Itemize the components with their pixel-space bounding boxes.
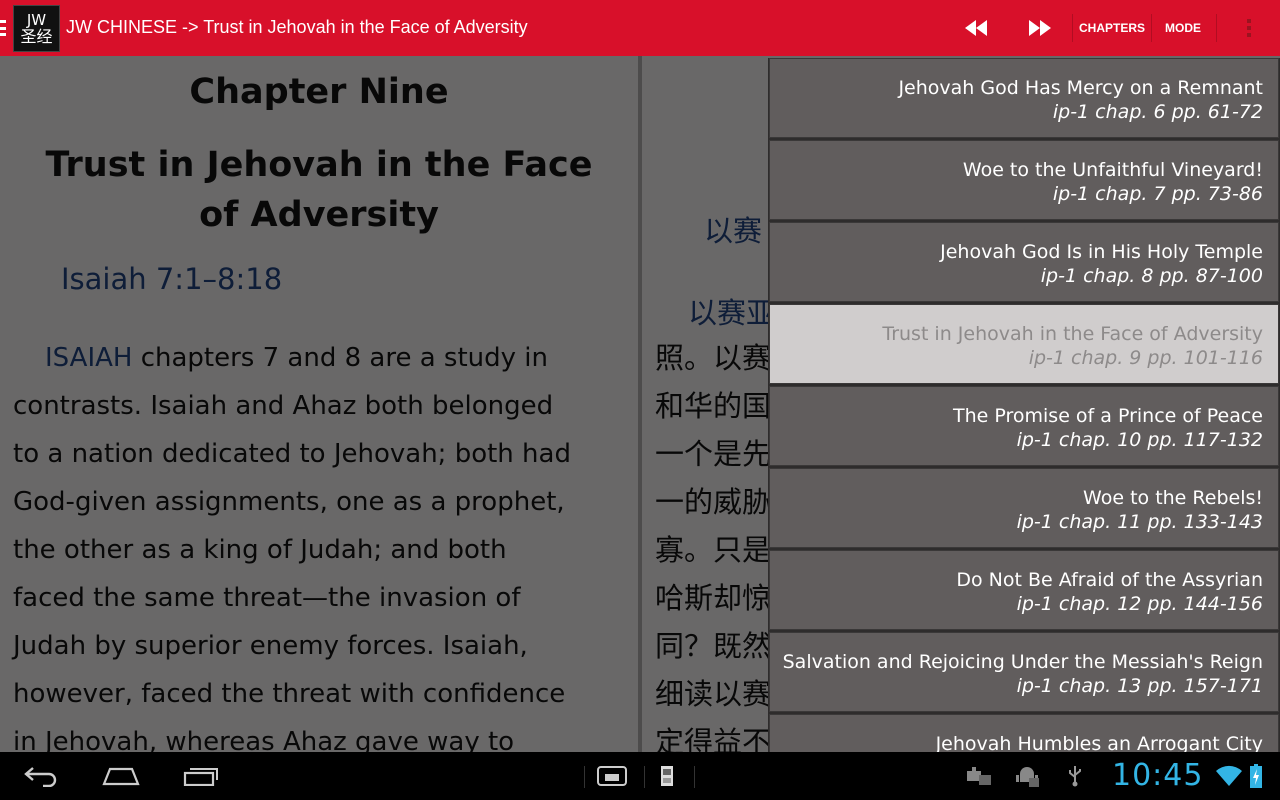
- chapter-list-item[interactable]: Woe to the Rebels! ip-1 chap. 11 pp. 133…: [769, 468, 1279, 548]
- rewind-icon: [965, 20, 987, 36]
- chapter-item-ref: ip-1 chap. 8 pp. 87-100: [1040, 265, 1263, 287]
- chapter-list-item[interactable]: The Promise of a Prince of Peace ip-1 ch…: [769, 386, 1279, 466]
- back-icon: [24, 767, 57, 787]
- chapter-item-ref: ip-1 chap. 10 pp. 117-132: [1016, 429, 1263, 451]
- logo-line1: JW: [26, 10, 47, 29]
- recent-apps-icon: [183, 768, 218, 786]
- battery-charging-icon: [1250, 764, 1262, 788]
- action-bar: JW 圣经 JW CHINESE -> Trust in Jehovah in …: [0, 0, 1280, 56]
- overflow-menu-icon[interactable]: [1236, 0, 1262, 56]
- chapter-list-item[interactable]: Jehovah God Is in His Holy Temple ip-1 c…: [769, 222, 1279, 302]
- chapter-list-item[interactable]: Jehovah God Has Mercy on a Remnant ip-1 …: [769, 58, 1279, 138]
- recent-apps-button[interactable]: [176, 752, 226, 800]
- sd-card-icon: [661, 766, 673, 786]
- sd-card-notification[interactable]: [652, 752, 682, 800]
- android-bug-icon: [1016, 767, 1039, 787]
- chapter-item-title: Jehovah God Has Mercy on a Remnant: [898, 77, 1263, 99]
- notification-gamepad[interactable]: [962, 752, 996, 800]
- app-logo[interactable]: JW 圣经: [13, 5, 60, 52]
- notification-usb[interactable]: [1060, 752, 1090, 800]
- system-navigation-bar: 10:45: [0, 752, 1280, 800]
- mode-button[interactable]: MODE: [1152, 0, 1214, 56]
- usb-icon: [1069, 766, 1081, 787]
- chapter-item-title: Woe to the Unfaithful Vineyard!: [962, 159, 1263, 181]
- chapter-item-title: Woe to the Rebels!: [1083, 487, 1263, 509]
- chapters-button[interactable]: CHAPTERS: [1074, 0, 1150, 56]
- chapter-item-ref: ip-1 chap. 13 pp. 157-171: [1016, 675, 1263, 697]
- separator: [694, 766, 695, 788]
- next-chapter-button[interactable]: [1016, 0, 1064, 56]
- home-icon: [102, 767, 140, 786]
- chapter-item-title: Jehovah God Is in His Holy Temple: [940, 241, 1263, 263]
- reader-content: Chapter Nine Trust in Jehovah in the Fac…: [0, 56, 1280, 752]
- chapter-list-item[interactable]: Jehovah Humbles an Arrogant City: [769, 714, 1279, 752]
- chapter-item-ref: ip-1 chap. 11 pp. 133-143: [1016, 511, 1263, 533]
- chapter-item-title: Do Not Be Afraid of the Assyrian: [956, 569, 1263, 591]
- separator: [644, 766, 645, 788]
- screenshot-icon: [597, 766, 627, 786]
- previous-chapter-button[interactable]: [952, 0, 1000, 56]
- chapter-item-ref: ip-1 chap. 6 pp. 61-72: [1052, 101, 1263, 123]
- chapter-list-item[interactable]: Salvation and Rejoicing Under the Messia…: [769, 632, 1279, 712]
- separator: [584, 766, 585, 788]
- clock[interactable]: 10:45: [1112, 758, 1203, 793]
- logo-line2: 圣经: [20, 26, 53, 46]
- wifi-icon: [1216, 765, 1242, 786]
- battery-status[interactable]: [1246, 752, 1266, 800]
- chapters-dropdown-list[interactable]: Jehovah God Has Mercy on a Remnant ip-1 …: [768, 58, 1280, 752]
- separator: [1216, 14, 1217, 42]
- fast-forward-icon: [1029, 20, 1051, 36]
- chapter-item-title: Jehovah Humbles an Arrogant City: [935, 733, 1263, 752]
- chapter-list-item[interactable]: Do Not Be Afraid of the Assyrian ip-1 ch…: [769, 550, 1279, 630]
- chapter-item-ref: ip-1 chap. 9 pp. 101-116: [1028, 347, 1263, 369]
- chapter-item-title: Trust in Jehovah in the Face of Adversit…: [882, 323, 1263, 345]
- chapter-list-item[interactable]: Woe to the Unfaithful Vineyard! ip-1 cha…: [769, 140, 1279, 220]
- separator: [1072, 14, 1073, 42]
- chapter-item-ref: ip-1 chap. 12 pp. 144-156: [1016, 593, 1263, 615]
- drawer-indicator-icon[interactable]: [0, 20, 6, 36]
- gamepad-icon: [967, 767, 991, 785]
- wifi-status[interactable]: [1214, 752, 1244, 800]
- chapter-item-title: Salvation and Rejoicing Under the Messia…: [782, 651, 1263, 673]
- chapter-list-item-selected[interactable]: Trust in Jehovah in the Face of Adversit…: [769, 304, 1279, 384]
- chapter-item-ref: ip-1 chap. 7 pp. 73-86: [1052, 183, 1263, 205]
- chapter-item-title: The Promise of a Prince of Peace: [952, 405, 1263, 427]
- home-button[interactable]: [96, 752, 146, 800]
- back-button[interactable]: [16, 752, 66, 800]
- notification-android-debug[interactable]: [1010, 752, 1044, 800]
- page-title: JW CHINESE -> Trust in Jehovah in the Fa…: [66, 17, 528, 37]
- screenshot-button[interactable]: [592, 752, 632, 800]
